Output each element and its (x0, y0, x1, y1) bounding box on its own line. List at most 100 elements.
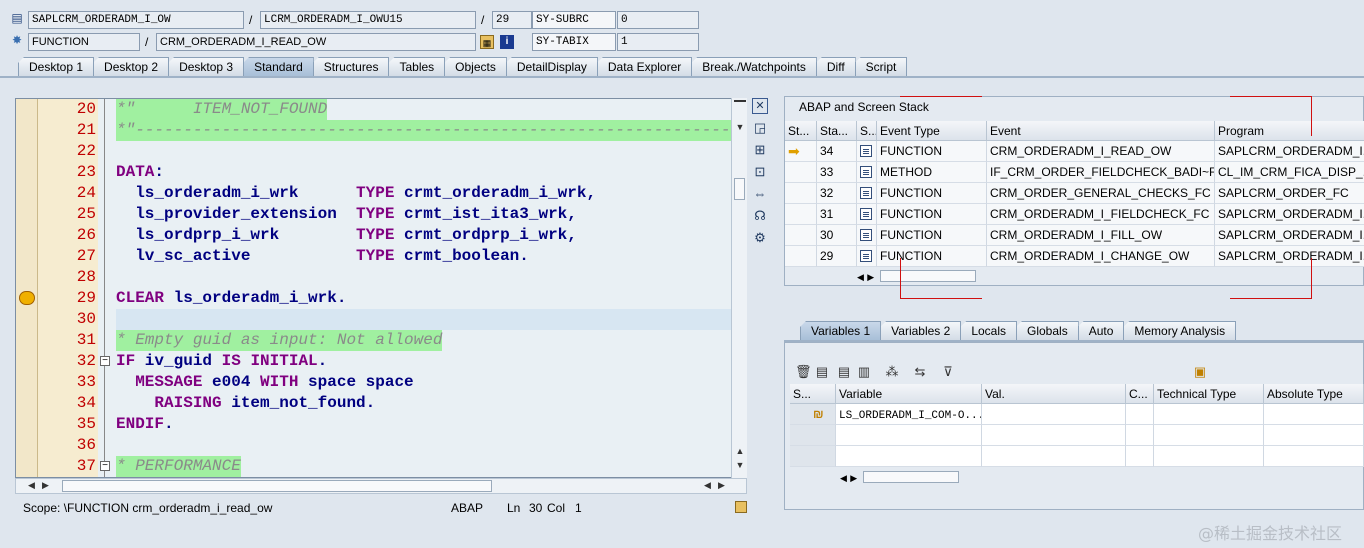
stack-hscroll[interactable]: ◀ ▶ (857, 269, 977, 283)
scroll-left-icon[interactable]: ◀ (857, 272, 864, 282)
tab-break-watchpoints[interactable]: Break./Watchpoints (691, 57, 817, 76)
variable-column-header[interactable]: Val. (982, 384, 1126, 404)
scroll-left-icon[interactable]: ◀ (28, 480, 35, 491)
variable-cell[interactable]: ₪ (790, 404, 836, 425)
variable-cell[interactable] (982, 446, 1126, 467)
code-comment[interactable]: * Empty guid as input: Not allowed (116, 330, 443, 351)
variable-cell[interactable] (1154, 404, 1264, 425)
editor-vertical-scrollbar[interactable]: ▼ ▲ ▼ (731, 98, 747, 478)
tab-data-explorer[interactable]: Data Explorer (596, 57, 693, 76)
scroll-left-icon[interactable]: ◀ (704, 480, 711, 491)
tab-diff[interactable]: Diff (815, 57, 856, 76)
code-line[interactable]: CLEAR ls_orderadm_i_wrk. (116, 288, 346, 309)
transfer-icon[interactable]: ⇆ (912, 364, 928, 380)
scroll-left-icon[interactable]: ◀ (840, 473, 847, 483)
scroll-top-icon[interactable] (734, 100, 746, 108)
variable-cell[interactable]: LS_ORDERADM_I_COM-O... (836, 404, 982, 425)
variable-cell[interactable] (836, 446, 982, 467)
code-editor[interactable]: 20 *" ITEM_NOT_FOUND 21 *"-----------------… (15, 98, 747, 478)
variable-cell[interactable] (790, 425, 836, 446)
hscroll-thumb[interactable] (62, 480, 492, 492)
stack-column-header[interactable]: St... (785, 121, 817, 141)
stack-column-header[interactable]: Event (987, 121, 1215, 141)
scroll-right-icon[interactable]: ▶ (718, 480, 725, 491)
scroll-up-icon[interactable]: ▼ (734, 122, 746, 132)
code-line[interactable]: ls_orderadm_i_wrk TYPE crmt_orderadm_i_w… (116, 183, 596, 204)
vartab-memory-analysis[interactable]: Memory Analysis (1123, 321, 1237, 340)
variable-column-header[interactable]: Absolute Type (1264, 384, 1364, 404)
hscroll-thumb[interactable] (863, 471, 960, 483)
code-comment[interactable]: * PERFORMANCE (116, 456, 241, 477)
code-line[interactable]: DATA: (116, 162, 164, 183)
variable-cell[interactable] (1126, 425, 1154, 446)
variable-column-header[interactable]: C... (1126, 384, 1154, 404)
code-line[interactable]: RAISING item_not_found. (116, 393, 375, 414)
new-window-icon[interactable]: ◲ (752, 120, 768, 136)
variable-cell[interactable] (836, 425, 982, 446)
tab-script[interactable]: Script (854, 57, 908, 76)
scroll-up-arrow-icon[interactable]: ▲ (734, 446, 746, 456)
tab-standard[interactable]: Standard (243, 57, 314, 76)
tab-detaildisplay[interactable]: DetailDisplay (505, 57, 598, 76)
variable-cell[interactable] (982, 404, 1126, 425)
breakpoint-gutter[interactable] (16, 99, 38, 477)
tab-desktop-1[interactable]: Desktop 1 (18, 57, 95, 76)
tab-tables[interactable]: Tables (388, 57, 446, 76)
code-line[interactable]: ENDIF. (116, 414, 174, 435)
fold-toggle[interactable]: − (100, 351, 110, 372)
variable-cell[interactable] (1264, 446, 1364, 467)
scroll-thumb[interactable] (734, 178, 745, 200)
variable-cell[interactable] (982, 425, 1126, 446)
tree-icon[interactable]: ⊞ (752, 142, 768, 158)
hscroll-thumb[interactable] (880, 270, 977, 282)
tab-desktop-2[interactable]: Desktop 2 (93, 57, 170, 76)
variable-cell[interactable] (1264, 404, 1364, 425)
vartab-locals[interactable]: Locals (960, 321, 1017, 340)
structure-icon[interactable]: ⁂ (884, 364, 900, 380)
tab-objects[interactable]: Objects (444, 57, 507, 76)
stack-column-header[interactable]: Sta... (817, 121, 857, 141)
variable-column-header[interactable]: Variable (836, 384, 982, 404)
tab-desktop-3[interactable]: Desktop 3 (168, 57, 245, 76)
variables-hscroll[interactable]: ◀ ▶ (840, 470, 960, 484)
code-line[interactable]: ls_ordprp_i_wrk TYPE crmt_ordprp_i_wrk, (116, 225, 577, 246)
stack-column-header[interactable]: S... (857, 121, 877, 141)
fit-width-icon[interactable]: ⇔ (752, 186, 768, 202)
breakpoint-icon[interactable] (19, 291, 35, 305)
vartab-variables-1[interactable]: Variables 1 (800, 321, 882, 340)
save-icon[interactable]: ▣ (1192, 364, 1208, 380)
code-line[interactable]: MESSAGE e004 WITH space space (116, 372, 413, 393)
expand-icon[interactable]: ⊡ (752, 164, 768, 180)
variable-cell[interactable] (1264, 425, 1364, 446)
headset-icon[interactable]: ☊ (752, 208, 768, 224)
code-line[interactable]: IF iv_guid IS INITIAL. (116, 351, 327, 372)
fold-toggle[interactable]: − (100, 456, 110, 477)
variable-column-header[interactable]: Technical Type (1154, 384, 1264, 404)
scroll-right-icon[interactable]: ▶ (850, 473, 857, 483)
note-icon[interactable] (735, 501, 747, 513)
filter-icon[interactable]: ⊽ (940, 364, 956, 380)
list-icon[interactable]: ▤ (836, 364, 852, 380)
vartab-variables-2[interactable]: Variables 2 (880, 321, 962, 340)
delete-icon[interactable]: 🗑 (795, 364, 812, 380)
display-icon[interactable]: ▦ (480, 35, 494, 49)
scroll-down-arrow-icon[interactable]: ▼ (734, 460, 746, 470)
close-icon[interactable]: ✕ (752, 98, 768, 114)
variable-cell[interactable] (1126, 404, 1154, 425)
variable-column-header[interactable]: S... (790, 384, 836, 404)
vartab-auto[interactable]: Auto (1077, 321, 1125, 340)
variable-cell[interactable] (1126, 446, 1154, 467)
tab-structures[interactable]: Structures (312, 57, 390, 76)
variant-icon[interactable]: ▥ (856, 364, 872, 380)
variable-cell[interactable] (1154, 425, 1264, 446)
settings-icon[interactable]: ⚙ (752, 230, 768, 246)
variable-cell[interactable] (790, 446, 836, 467)
scroll-right-icon[interactable]: ▶ (867, 272, 874, 282)
scroll-right-icon[interactable]: ▶ (42, 480, 49, 491)
variable-cell[interactable] (1154, 446, 1264, 467)
code-comment[interactable]: *" ITEM_NOT_FOUND (116, 99, 328, 120)
stack-column-header[interactable]: Program (1215, 121, 1364, 141)
code-line[interactable]: ls_provider_extension TYPE crmt_ist_ita3… (116, 204, 577, 225)
info-icon[interactable]: i (500, 35, 514, 49)
vartab-globals[interactable]: Globals (1016, 321, 1079, 340)
